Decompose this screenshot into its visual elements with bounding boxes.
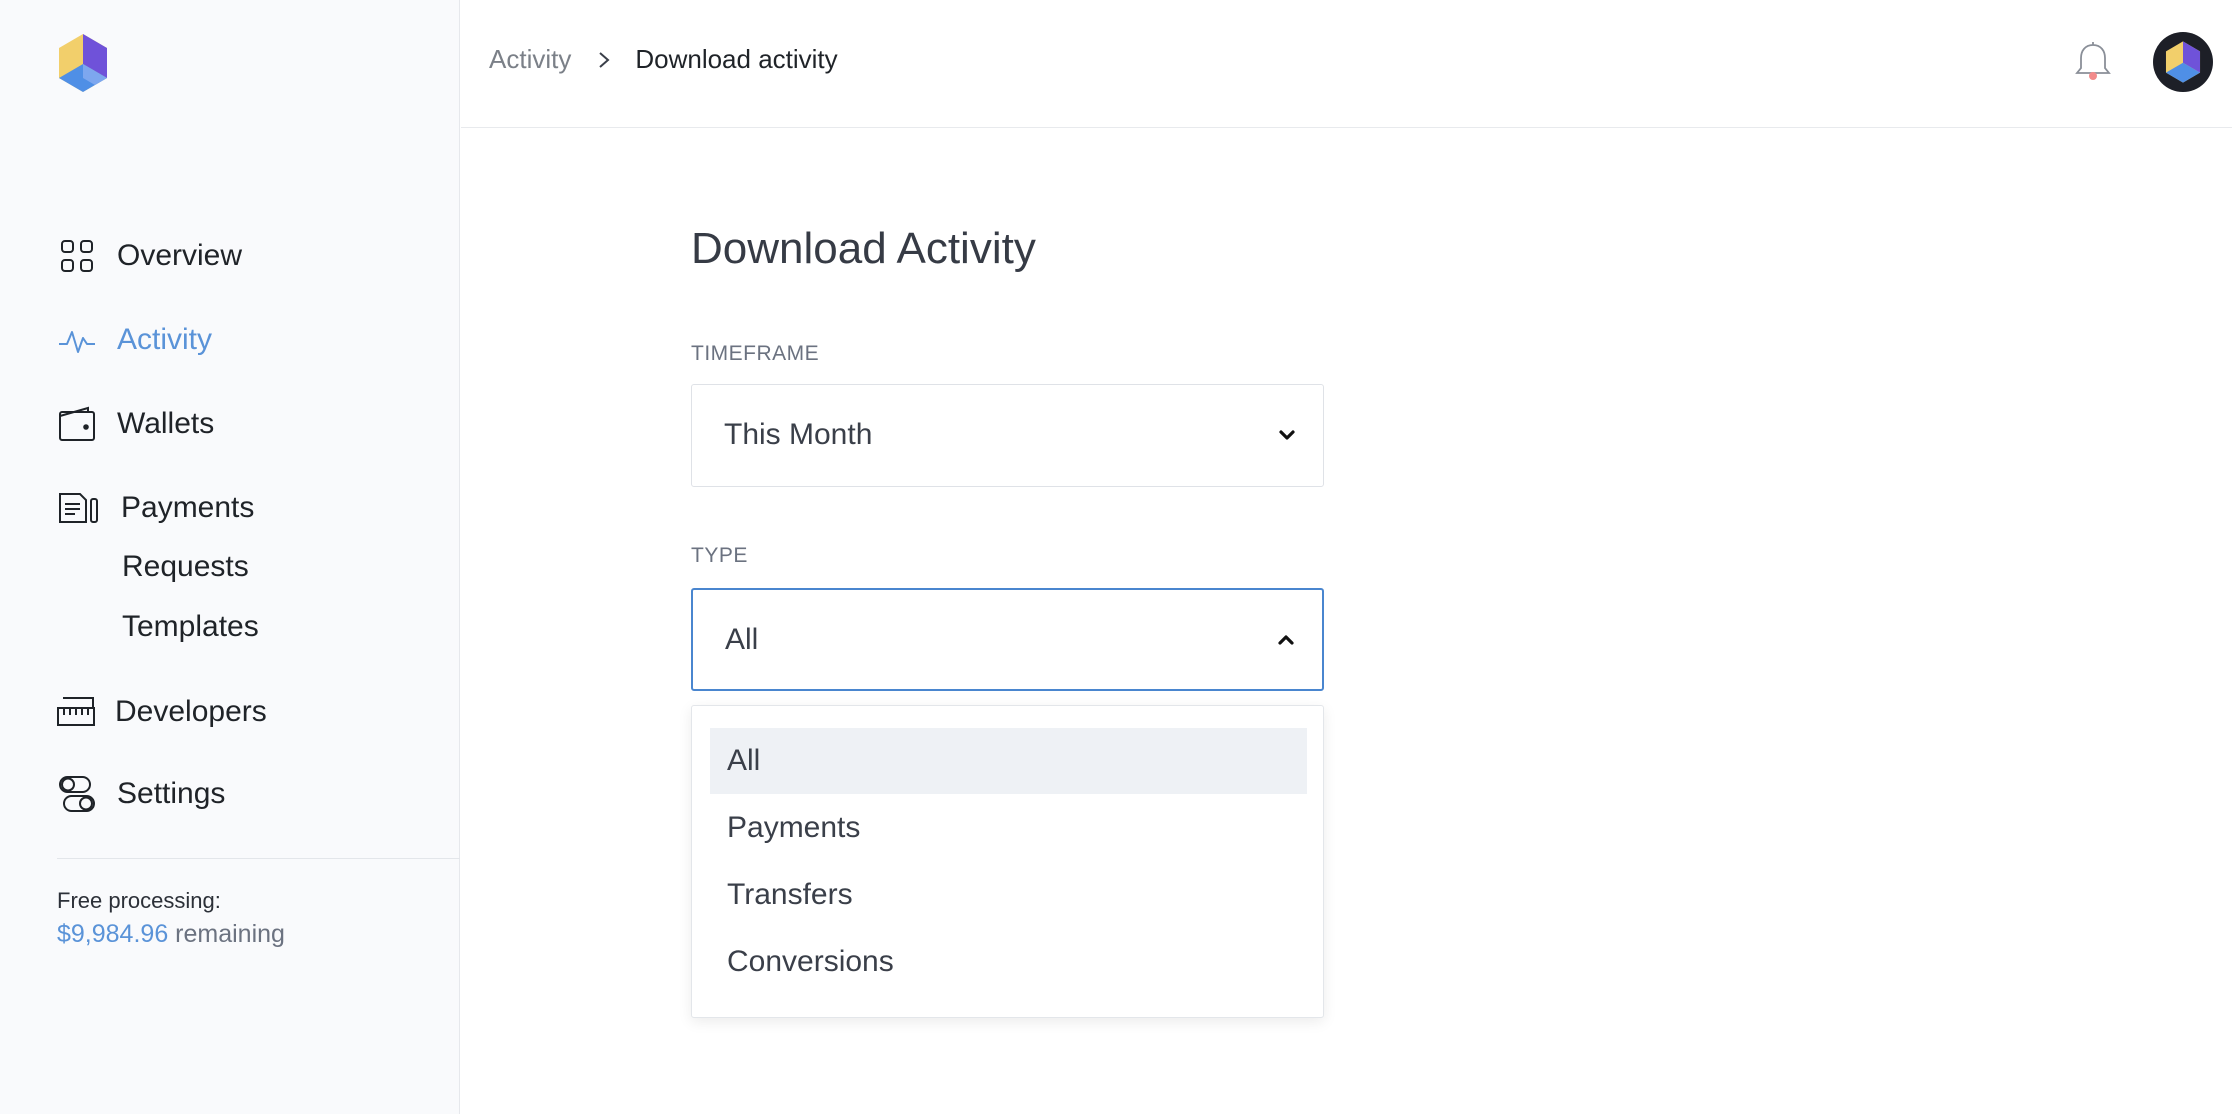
page-title: Download Activity xyxy=(691,224,1036,273)
free-processing-label: Free processing: xyxy=(57,888,221,913)
timeframe-select[interactable]: This Month xyxy=(691,384,1324,487)
sidebar-item-settings[interactable]: Settings xyxy=(57,774,225,814)
sidebar-item-label: Developers xyxy=(115,695,267,728)
breadcrumb-activity-link[interactable]: Activity xyxy=(489,44,571,75)
sidebar-item-developers[interactable]: Developers xyxy=(57,692,267,732)
sidebar: Overview Activity Wallets Payments Reque… xyxy=(0,0,460,1114)
free-processing-amount: $9,984.96 xyxy=(57,920,169,948)
breadcrumb: Activity Download activity xyxy=(489,44,838,75)
sidebar-item-activity[interactable]: Activity xyxy=(57,320,212,360)
type-option-conversions[interactable]: Conversions xyxy=(710,929,1307,995)
toggles-icon xyxy=(57,774,97,814)
sidebar-subitem-templates[interactable]: Templates xyxy=(122,610,259,644)
type-value: All xyxy=(725,623,759,656)
top-header: Activity Download activity xyxy=(461,0,2232,128)
chevron-down-icon xyxy=(1279,430,1295,440)
bell-icon[interactable] xyxy=(2071,40,2115,84)
avatar-icon[interactable] xyxy=(2153,32,2213,92)
ruler-icon xyxy=(57,692,95,732)
sidebar-item-label: Activity xyxy=(117,323,213,356)
logo-icon[interactable] xyxy=(55,32,111,94)
timeframe-label: TIMEFRAME xyxy=(691,342,820,365)
chevron-up-icon xyxy=(1278,635,1294,645)
free-processing-remaining: $9,984.96 remaining xyxy=(57,920,285,949)
type-option-transfers[interactable]: Transfers xyxy=(710,862,1307,928)
sidebar-item-label: Wallets xyxy=(117,407,215,440)
avatar-logo xyxy=(2165,41,2201,83)
sidebar-item-wallets[interactable]: Wallets xyxy=(57,404,214,444)
type-option-all[interactable]: All xyxy=(710,728,1307,794)
type-label: TYPE xyxy=(691,544,748,567)
type-select[interactable]: All xyxy=(691,588,1324,691)
wallet-icon xyxy=(57,404,97,444)
sidebar-item-label: Settings xyxy=(117,777,226,810)
free-processing-suffix: remaining xyxy=(175,920,285,948)
sidebar-item-overview[interactable]: Overview xyxy=(57,236,242,276)
type-dropdown-menu: All Payments Transfers Conversions xyxy=(691,705,1324,1018)
breadcrumb-current: Download activity xyxy=(635,44,838,74)
sidebar-divider xyxy=(57,858,460,859)
sidebar-item-payments[interactable]: Payments xyxy=(57,488,254,528)
chevron-right-icon xyxy=(591,47,617,73)
timeframe-value: This Month xyxy=(724,418,873,451)
sidebar-item-label: Overview xyxy=(117,239,243,272)
type-option-payments[interactable]: Payments xyxy=(710,795,1307,861)
grid-icon xyxy=(57,236,97,276)
sidebar-subitem-requests[interactable]: Requests xyxy=(122,550,249,584)
invoice-icon xyxy=(57,488,101,528)
sidebar-item-label: Payments xyxy=(121,491,255,524)
pulse-icon xyxy=(57,320,97,360)
